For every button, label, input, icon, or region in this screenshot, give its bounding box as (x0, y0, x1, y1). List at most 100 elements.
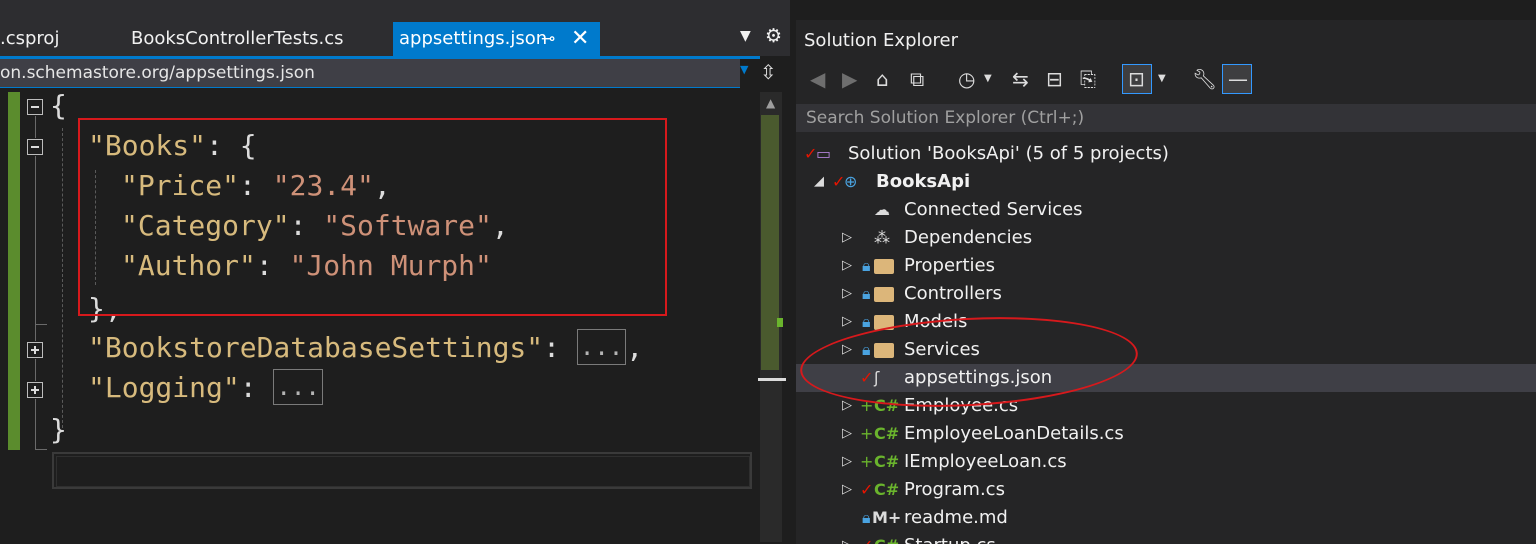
tree-item-startup[interactable]: ▷ ✓ C# Startup.cs (796, 532, 1536, 544)
schema-selector[interactable]: on.schemastore.org/appsettings.json (0, 59, 740, 88)
markdown-file-icon: M+ (872, 508, 902, 527)
folder-icon (874, 259, 894, 274)
checked-in-icon: ✓ (860, 480, 874, 499)
schema-url: on.schemastore.org/appsettings.json (0, 63, 315, 83)
scrollbar-caret-marker (758, 378, 786, 381)
lock-icon: 🔒︎ (862, 284, 871, 303)
tree-item-connected-services[interactable]: ☁ Connected Services (796, 196, 1536, 224)
scroll-up-icon[interactable]: ▲ (766, 96, 775, 110)
tree-item-program[interactable]: ▷ ✓ C# Program.cs (796, 476, 1536, 504)
panel-title: Solution Explorer (804, 30, 958, 51)
tree-item-label: readme.md (904, 507, 1008, 528)
collapsed-arrow-icon[interactable]: ▷ (842, 448, 852, 476)
properties-icon[interactable]: 🔧︎ (1192, 60, 1217, 98)
indent-guide (62, 128, 63, 428)
csharp-file-icon: C# (874, 424, 900, 443)
pin-tab-icon[interactable]: ⊸ (541, 22, 555, 56)
csharp-file-icon: C# (874, 452, 900, 471)
pending-changes-icon[interactable]: ◷ (958, 60, 975, 98)
change-indicator-bar (8, 92, 20, 450)
pin-icon[interactable]: — (1228, 60, 1248, 98)
tab-csproj[interactable]: .csproj (0, 22, 59, 56)
collapsed-arrow-icon[interactable]: ▷ (842, 252, 852, 280)
collapsed-region[interactable]: ... (273, 369, 323, 405)
scrollbar-change-marker (777, 318, 783, 327)
tab-label: appsettings.json (399, 28, 548, 49)
home-icon[interactable]: ⌂ (876, 60, 889, 98)
pending-add-icon: + (860, 452, 874, 471)
tree-item-solution[interactable]: ✓ ▭ Solution 'BooksApi' (5 of 5 projects… (796, 140, 1536, 168)
tree-item-dependencies[interactable]: ▷ ⁂ Dependencies (796, 224, 1536, 252)
editor-pane: .csproj BooksControllerTests.cs appsetti… (0, 0, 790, 544)
collapsed-arrow-icon[interactable]: ▷ (842, 532, 852, 544)
tree-item-properties[interactable]: ▷ 🔒︎ Properties (796, 252, 1536, 280)
search-placeholder: Search Solution Explorer (Ctrl+;) (806, 108, 1085, 128)
forward-icon[interactable]: ▶ (842, 60, 857, 98)
scrollbar-thumb[interactable] (761, 115, 779, 370)
show-all-files-icon[interactable]: ⎘ (1080, 60, 1096, 98)
close-tab-icon[interactable]: ✕ (571, 22, 589, 56)
tree-item-label: Connected Services (904, 199, 1083, 220)
highlight-annotation-box (78, 118, 667, 316)
tree-item-label: Program.cs (904, 479, 1005, 500)
code-line-7[interactable]: "BookstoreDatabaseSettings": ..., (88, 328, 643, 368)
tab-appsettings-json[interactable]: appsettings.json ⊸ ✕ (393, 22, 600, 56)
split-editor-icon[interactable]: ⇳ (760, 60, 777, 84)
tree-item-label: Properties (904, 255, 995, 276)
fold-line (35, 359, 36, 381)
tree-item-label: Dependencies (904, 227, 1033, 248)
pending-add-icon: + (860, 424, 874, 443)
collapse-all-icon[interactable]: ⊟ (1046, 60, 1063, 98)
tree-item-label: EmployeeLoanDetails.cs (904, 423, 1124, 444)
collapsed-arrow-icon[interactable]: ▷ (842, 420, 852, 448)
collapsed-arrow-icon[interactable]: ▷ (842, 476, 852, 504)
tab-books-controller-tests[interactable]: BooksControllerTests.cs (131, 22, 344, 56)
code-line-8[interactable]: "Logging": ... (88, 368, 323, 408)
horizontal-scrollbar-track (56, 456, 750, 487)
collapsed-arrow-icon[interactable]: ▷ (842, 280, 852, 308)
dependencies-icon: ⁂ (874, 228, 890, 247)
tree-item-label: IEmployeeLoan.cs (904, 451, 1067, 472)
collapsed-arrow-icon[interactable]: ▷ (842, 308, 852, 336)
expand-icon[interactable] (27, 382, 43, 398)
tab-dropdown-icon[interactable]: ▼ (740, 28, 751, 44)
collapsed-region[interactable]: ... (576, 329, 627, 365)
gear-icon[interactable]: ⚙ (765, 25, 782, 47)
expand-icon[interactable] (27, 342, 43, 358)
csharp-file-icon: C# (874, 480, 900, 499)
back-icon[interactable]: ◀ (810, 60, 825, 98)
collapsed-arrow-icon[interactable]: ▷ (842, 224, 852, 252)
chevron-down-icon[interactable]: ▼ (984, 60, 992, 98)
chevron-down-icon[interactable]: ▼ (1158, 60, 1166, 98)
schema-dropdown-icon[interactable]: ▼ (740, 63, 748, 76)
collapse-icon[interactable] (27, 99, 43, 115)
search-solution-explorer[interactable]: Search Solution Explorer (Ctrl+;) (796, 104, 1536, 132)
expanded-arrow-icon[interactable]: ◢ (814, 168, 824, 196)
checked-in-icon: ✓ (860, 532, 873, 544)
preview-selected-icon[interactable]: ⊡ (1128, 60, 1145, 98)
lock-icon: 🔒︎ (862, 256, 871, 275)
tree-item-label: Controllers (904, 283, 1002, 304)
code-line-1[interactable]: { (50, 86, 67, 126)
tree-item-readme[interactable]: 🔒︎ M+ readme.md (796, 504, 1536, 532)
fold-line-end (35, 324, 47, 325)
collapse-icon[interactable] (27, 139, 43, 155)
fold-line (35, 116, 36, 138)
tree-item-iemployee-loan[interactable]: ▷ + C# IEmployeeLoan.cs (796, 448, 1536, 476)
tree-item-label: Startup.cs (904, 532, 996, 544)
code-line-9[interactable]: } (50, 410, 67, 450)
lock-icon: 🔒︎ (862, 508, 871, 527)
sync-icon[interactable]: ⇆ (1012, 60, 1029, 98)
web-project-icon: ⊕ (844, 172, 858, 191)
cloud-icon: ☁ (874, 200, 890, 219)
tree-item-label: BooksApi (876, 171, 971, 192)
solution-explorer-toolbar: ◀ ▶ ⌂ ⧉ ◷ ▼ ⇆ ⊟ ⎘ ⊡ ▼ 🔧︎ — (796, 60, 1536, 98)
csharp-file-icon: C# (874, 532, 899, 544)
tree-item-label: Solution 'BooksApi' (5 of 5 projects) (848, 143, 1169, 164)
fold-line (35, 399, 36, 449)
tree-item-project[interactable]: ◢ ✓ ⊕ BooksApi (796, 168, 1536, 196)
switch-views-icon[interactable]: ⧉ (910, 60, 924, 98)
tree-item-employee-loan-details[interactable]: ▷ + C# EmployeeLoanDetails.cs (796, 420, 1536, 448)
horizontal-scrollbar[interactable] (52, 452, 752, 489)
tree-item-controllers[interactable]: ▷ 🔒︎ Controllers (796, 280, 1536, 308)
